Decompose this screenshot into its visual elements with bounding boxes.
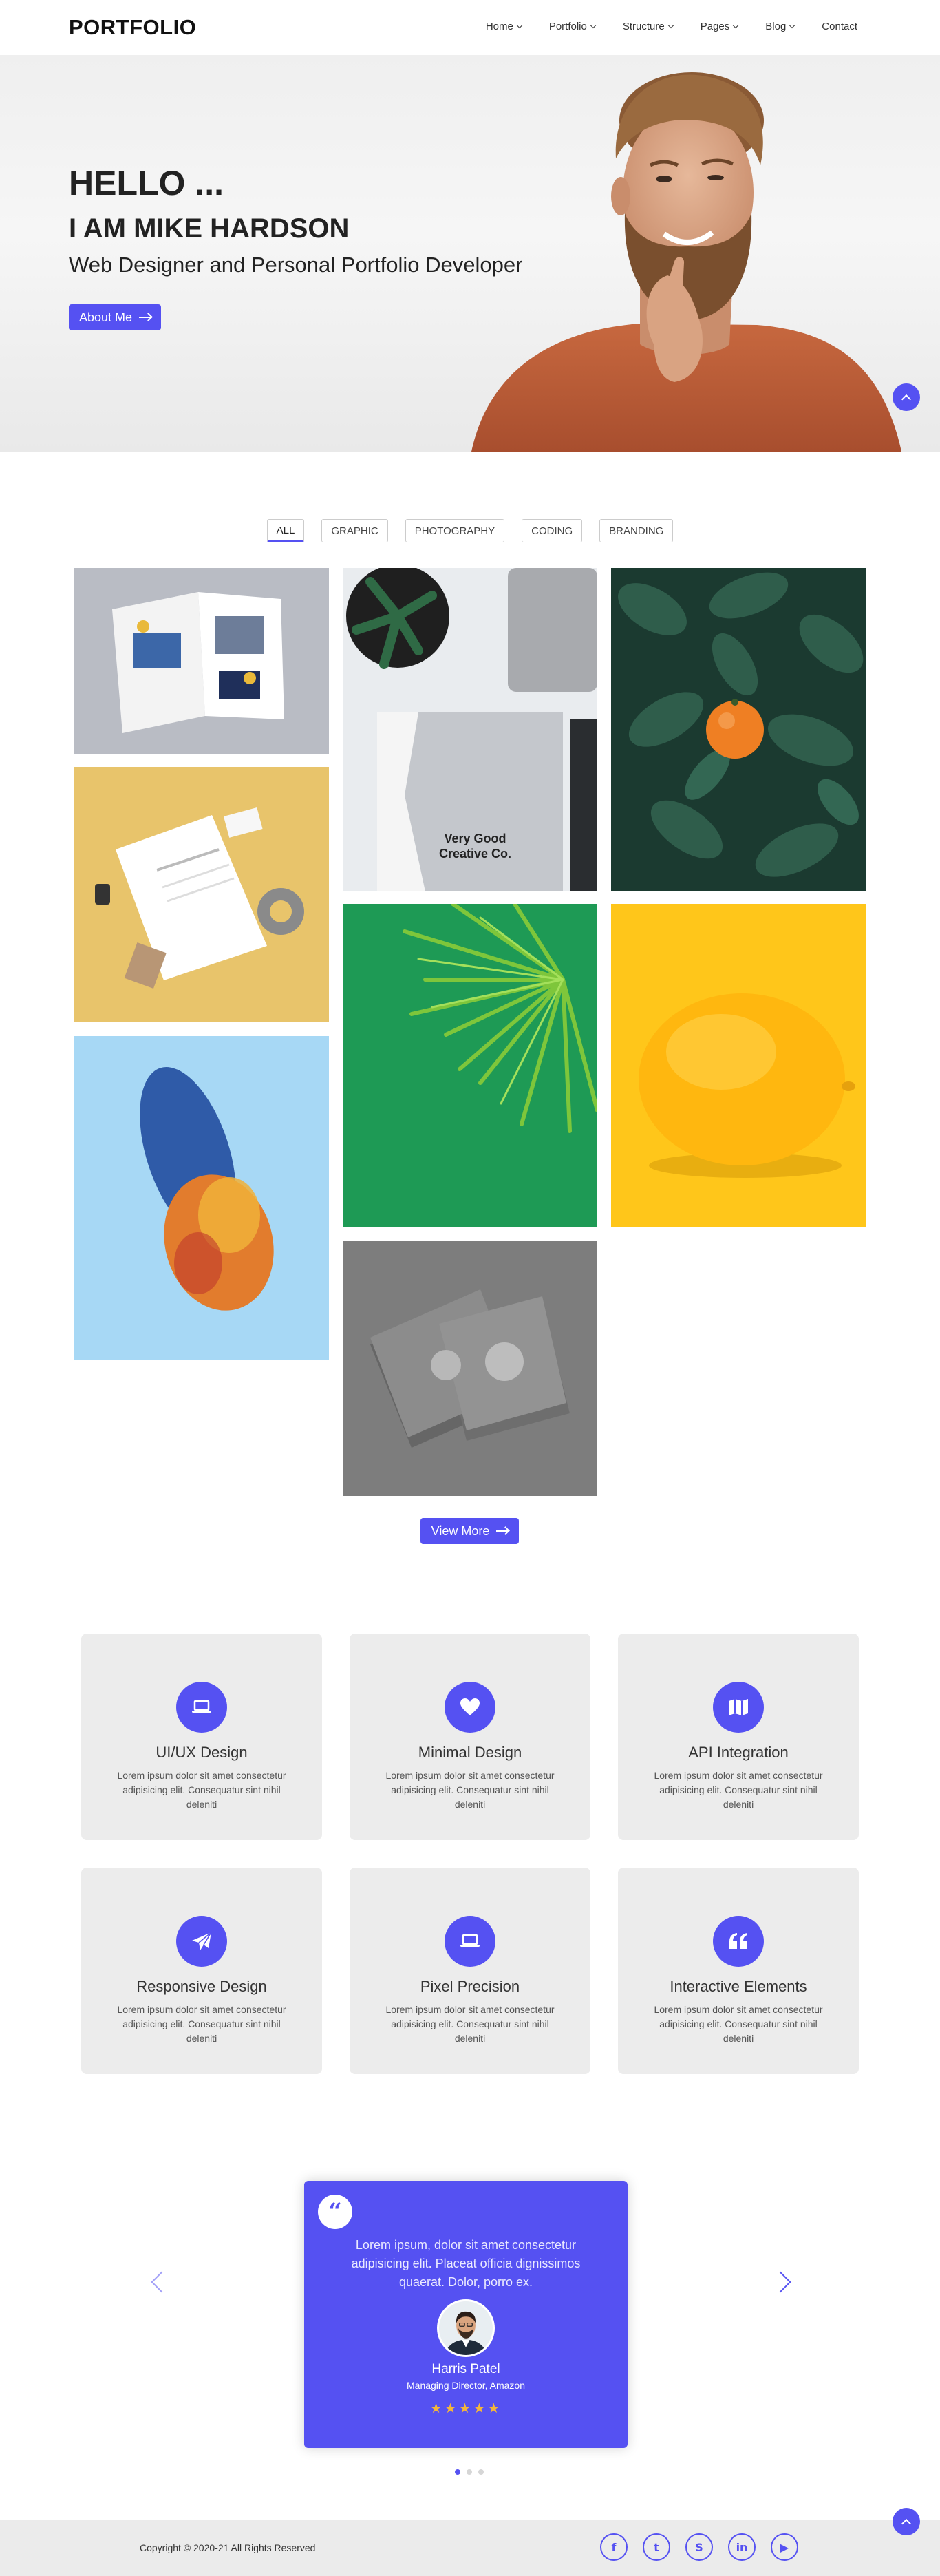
- gallery-item-business-cards[interactable]: [343, 1241, 597, 1496]
- carousel-prev-button[interactable]: [149, 2272, 168, 2291]
- map-icon: [713, 1682, 764, 1733]
- gallery-item-notebook[interactable]: Very Good Creative Co.: [343, 568, 597, 891]
- notebook-caption: Very Good Creative Co.: [439, 832, 512, 861]
- top-navbar: PORTFOLIO Home Portfolio Structure Pages…: [0, 0, 940, 55]
- service-text: Lorem ipsum dolor sit amet consectetur a…: [385, 1770, 555, 1810]
- menu-item-home[interactable]: Home: [486, 21, 523, 32]
- filter-coding[interactable]: CODING: [522, 519, 583, 542]
- carousel-pagination: [455, 2469, 484, 2475]
- testimonial-text: Lorem ipsum, dolor sit amet consectetur …: [351, 2238, 581, 2289]
- gallery-item-magazine[interactable]: [74, 568, 329, 754]
- linkedin-icon[interactable]: in: [728, 2533, 756, 2561]
- service-title: Pixel Precision: [420, 1978, 520, 1995]
- gallery-item-stationery[interactable]: [74, 767, 329, 1022]
- facebook-icon[interactable]: f: [600, 2533, 628, 2561]
- main-menu: Home Portfolio Structure Pages Blog Cont…: [486, 21, 857, 32]
- service-text: Lorem ipsum dolor sit amet consectetur a…: [654, 1770, 823, 1810]
- menu-item-pages[interactable]: Pages: [701, 21, 739, 32]
- menu-item-structure[interactable]: Structure: [623, 21, 674, 32]
- service-title: UI/UX Design: [156, 1744, 248, 1761]
- service-card: Responsive Design Lorem ipsum dolor sit …: [81, 1868, 322, 2074]
- filter-graphic[interactable]: GRAPHIC: [321, 519, 388, 542]
- gallery-item-lemon[interactable]: [611, 904, 866, 1227]
- carousel-dot-3[interactable]: [478, 2469, 484, 2475]
- paper-plane-icon: [176, 1916, 227, 1967]
- chevron-up-icon: [901, 394, 912, 404]
- about-me-button[interactable]: About Me: [69, 304, 161, 330]
- chevron-down-icon: [667, 22, 674, 28]
- avatar: [437, 2299, 495, 2357]
- testimonial-name: Harris Patel: [431, 2362, 500, 2376]
- gallery-item-plant[interactable]: [343, 904, 597, 1227]
- chevron-up-icon: [901, 2518, 912, 2529]
- laptop-icon: [176, 1682, 227, 1733]
- menu-item-portfolio[interactable]: Portfolio: [549, 21, 597, 32]
- laptop-icon: [445, 1916, 495, 1967]
- footer: Copyright © 2020-21 All Rights Reserved …: [0, 2520, 940, 2576]
- filter-all[interactable]: ALL: [266, 519, 305, 542]
- arrow-right-icon: [496, 1530, 509, 1532]
- gallery-item-mango[interactable]: [74, 1036, 329, 1360]
- chevron-down-icon: [789, 22, 795, 28]
- service-text: Lorem ipsum dolor sit amet consectetur a…: [117, 1770, 286, 1810]
- hero-portrait: [468, 55, 915, 452]
- hero-role: Web Designer and Personal Portfolio Deve…: [69, 253, 523, 277]
- portfolio-filters: ALL GRAPHIC PHOTOGRAPHY CODING BRANDING: [0, 519, 940, 542]
- service-card: UI/UX Design Lorem ipsum dolor sit amet …: [81, 1634, 322, 1840]
- scroll-to-top-button[interactable]: [893, 2508, 920, 2535]
- scroll-to-top-button[interactable]: [893, 383, 920, 411]
- quote-icon: [713, 1916, 764, 1967]
- quote-icon: “: [318, 2195, 352, 2229]
- service-card: Interactive Elements Lorem ipsum dolor s…: [618, 1868, 859, 2074]
- chevron-down-icon: [516, 22, 523, 28]
- social-links: f t S in ▶: [600, 2533, 798, 2561]
- service-title: Minimal Design: [418, 1744, 522, 1761]
- carousel-dot-1[interactable]: [455, 2469, 460, 2475]
- menu-item-contact[interactable]: Contact: [822, 21, 857, 32]
- testimonial-card: “ Lorem ipsum, dolor sit amet consectetu…: [304, 2181, 628, 2448]
- copyright-text: Copyright © 2020-21 All Rights Reserved: [140, 2542, 316, 2553]
- service-text: Lorem ipsum dolor sit amet consectetur a…: [385, 2004, 555, 2044]
- service-title: Interactive Elements: [670, 1978, 807, 1995]
- heart-icon: [445, 1682, 495, 1733]
- service-text: Lorem ipsum dolor sit amet consectetur a…: [654, 2004, 823, 2044]
- chevron-down-icon: [733, 22, 739, 28]
- chevron-down-icon: [590, 22, 597, 28]
- service-card: Pixel Precision Lorem ipsum dolor sit am…: [350, 1868, 590, 2074]
- testimonial-role: Managing Director, Amazon: [407, 2380, 525, 2391]
- hero-name: I AM MIKE HARDSON: [69, 213, 350, 244]
- skype-icon[interactable]: S: [685, 2533, 713, 2561]
- filter-branding[interactable]: BRANDING: [599, 519, 674, 542]
- menu-item-blog[interactable]: Blog: [765, 21, 795, 32]
- hero-section: HELLO ... I AM MIKE HARDSON Web Designer…: [0, 55, 940, 452]
- rating-stars: ★★★★★: [429, 2401, 502, 2416]
- youtube-icon[interactable]: ▶: [771, 2533, 798, 2561]
- service-text: Lorem ipsum dolor sit amet consectetur a…: [117, 2004, 286, 2044]
- gallery-item-orange-leaves[interactable]: [611, 568, 866, 891]
- hero-greeting: HELLO ...: [69, 164, 224, 202]
- service-card: API Integration Lorem ipsum dolor sit am…: [618, 1634, 859, 1840]
- carousel-next-button[interactable]: [774, 2272, 793, 2291]
- service-card: Minimal Design Lorem ipsum dolor sit ame…: [350, 1634, 590, 1840]
- carousel-dot-2[interactable]: [467, 2469, 472, 2475]
- site-logo[interactable]: PORTFOLIO: [69, 15, 196, 40]
- service-title: API Integration: [688, 1744, 789, 1761]
- view-more-button[interactable]: View More: [420, 1518, 519, 1544]
- arrow-right-icon: [139, 317, 151, 318]
- filter-photography[interactable]: PHOTOGRAPHY: [405, 519, 505, 542]
- twitter-icon[interactable]: t: [643, 2533, 670, 2561]
- service-title: Responsive Design: [136, 1978, 267, 1995]
